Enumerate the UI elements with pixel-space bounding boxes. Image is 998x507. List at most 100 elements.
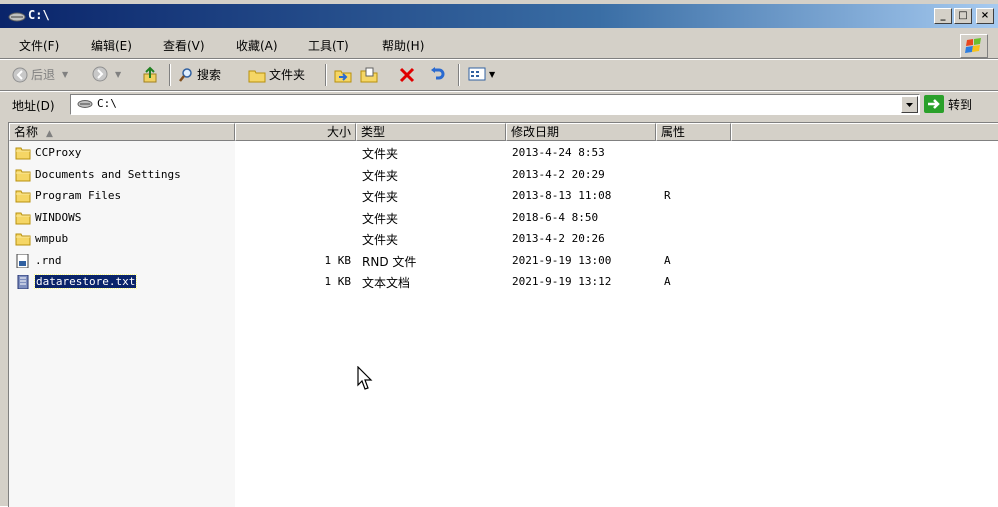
minimize-button[interactable]: _: [934, 8, 952, 24]
move-to-icon: [334, 70, 352, 83]
file-type: RND 文件: [362, 254, 417, 269]
address-dropdown-button[interactable]: [901, 96, 918, 113]
file-modified: 2018-6-4 8:50: [512, 210, 599, 224]
menu-tools[interactable]: 工具(T): [308, 37, 349, 54]
file-name: wmpub: [35, 232, 69, 245]
menu-view[interactable]: 查看(V): [163, 37, 205, 54]
explorer-window: C:\ _ □ × 文件(F) 编辑(E) 查看(V) 收藏(A) 工具(T) …: [0, 0, 998, 507]
folder-icon: [15, 189, 31, 203]
file-name: CCProxy: [35, 146, 82, 159]
file-modified: 2013-4-2 20:26: [512, 232, 605, 245]
folders-label: 文件夹: [269, 68, 306, 82]
column-header-modified[interactable]: 修改日期: [506, 123, 656, 141]
file-type: 文件夹: [362, 233, 399, 247]
toolbar-separator: [325, 64, 327, 86]
file-row[interactable]: WINDOWS 文件夹 2018-6-4 8:50: [9, 208, 998, 229]
file-row[interactable]: Documents and Settings 文件夹 2013-4-2 20:29: [9, 165, 998, 186]
file-modified: 2013-4-24 8:53: [512, 146, 605, 159]
forward-button[interactable]: ▼: [92, 66, 121, 82]
file-row[interactable]: datarestore.txt 1 KB 文本文档 2021-9-19 13:12 A: [9, 272, 998, 293]
file-size: 1 KB: [324, 275, 352, 288]
window-title: C:\: [28, 8, 50, 22]
file-type: 文本文档: [362, 276, 411, 290]
file-name: WINDOWS: [35, 210, 82, 224]
column-header-attributes[interactable]: 属性: [656, 123, 731, 141]
column-name-label: 名称: [14, 125, 39, 139]
drive-icon: [8, 12, 26, 22]
menu-help[interactable]: 帮助(H): [382, 37, 424, 54]
views-icon: [468, 67, 486, 81]
back-arrow-icon: [12, 67, 28, 82]
toolbar: 后退 ▼ ▼ 搜索 文件夹 ▼: [0, 60, 998, 90]
mouse-cursor-icon: [357, 366, 373, 390]
back-label: 后退: [31, 68, 56, 82]
back-button[interactable]: 后退 ▼: [12, 66, 68, 83]
menu-edit[interactable]: 编辑(E): [91, 37, 132, 54]
toolbar-separator: [458, 64, 460, 86]
delete-button[interactable]: [398, 66, 416, 84]
file-attributes: A: [664, 253, 671, 267]
folder-icon: [15, 232, 31, 246]
column-header-name[interactable]: 名称 ▲: [9, 123, 235, 141]
close-button[interactable]: ×: [976, 8, 994, 24]
search-button[interactable]: 搜索: [178, 66, 221, 83]
folders-button[interactable]: 文件夹: [248, 66, 305, 83]
views-button[interactable]: ▼: [468, 66, 495, 82]
title-bar[interactable]: C:\ _ □ ×: [0, 4, 998, 28]
address-label: 地址(D): [12, 99, 55, 113]
address-value: C:\: [97, 97, 117, 110]
window-left-border: [0, 122, 8, 506]
up-folder-icon: [143, 66, 157, 83]
file-icon: [15, 253, 31, 268]
column-header-empty: [731, 123, 998, 141]
copy-to-icon: [360, 67, 378, 83]
windows-logo-icon: [960, 34, 988, 58]
undo-icon: [431, 67, 445, 80]
chevron-down-icon: [906, 103, 913, 107]
menu-favorites[interactable]: 收藏(A): [236, 37, 278, 54]
file-modified: 2021-9-19 13:12: [512, 275, 612, 288]
file-type: 文件夹: [362, 147, 399, 161]
column-header-size[interactable]: 大小: [235, 123, 356, 141]
file-attributes: A: [664, 275, 671, 288]
up-folder-button[interactable]: [142, 66, 160, 84]
file-name: Program Files: [35, 189, 122, 202]
go-arrow-icon: [924, 95, 944, 113]
column-attributes-label: 属性: [661, 125, 686, 139]
file-row[interactable]: CCProxy 文件夹 2013-4-24 8:53: [9, 143, 998, 164]
file-name: Documents and Settings: [35, 167, 181, 181]
move-to-button[interactable]: [334, 66, 352, 84]
forward-arrow-icon: [92, 66, 108, 82]
file-row[interactable]: wmpub 文件夹 2013-4-2 20:26: [9, 229, 998, 250]
chevron-down-icon: ▼: [62, 70, 69, 79]
file-row[interactable]: Program Files 文件夹 2013-8-13 11:08 R: [9, 186, 998, 207]
file-list[interactable]: 名称 ▲ 大小 类型 修改日期 属性 CCProxy 文件夹 2013-4-24 8:…: [8, 122, 998, 507]
file-row[interactable]: .rnd 1 KB RND 文件 2021-9-19 13:00 A: [9, 251, 998, 272]
go-label: 转到: [948, 97, 973, 112]
address-input[interactable]: C:\: [70, 94, 920, 115]
file-attributes: R: [664, 189, 671, 202]
file-size: 1 KB: [324, 253, 352, 267]
menu-file[interactable]: 文件(F): [19, 37, 59, 54]
file-name: .rnd: [35, 253, 62, 267]
text-file-icon: [15, 274, 31, 290]
copy-to-button[interactable]: [360, 66, 378, 84]
folder-icon: [15, 146, 31, 160]
chevron-down-icon: ▼: [489, 69, 496, 79]
folder-icon: [15, 211, 31, 225]
file-name: datarestore.txt: [33, 274, 138, 289]
search-icon: [179, 67, 192, 82]
search-label: 搜索: [197, 68, 222, 82]
menu-bar: 文件(F) 编辑(E) 查看(V) 收藏(A) 工具(T) 帮助(H): [0, 32, 998, 58]
file-modified: 2013-4-2 20:29: [512, 167, 605, 181]
chevron-down-icon: ▼: [115, 69, 122, 79]
address-bar: 地址(D) C:\ 转到: [0, 92, 998, 118]
file-type: 文件夹: [362, 168, 399, 183]
column-header: 名称 ▲ 大小 类型 修改日期 属性: [9, 123, 998, 141]
maximize-button[interactable]: □: [954, 8, 972, 24]
column-header-type[interactable]: 类型: [356, 123, 506, 141]
column-type-label: 类型: [361, 125, 386, 139]
undo-button[interactable]: [428, 66, 446, 84]
toolbar-separator: [169, 64, 171, 86]
go-button[interactable]: 转到: [924, 95, 972, 113]
